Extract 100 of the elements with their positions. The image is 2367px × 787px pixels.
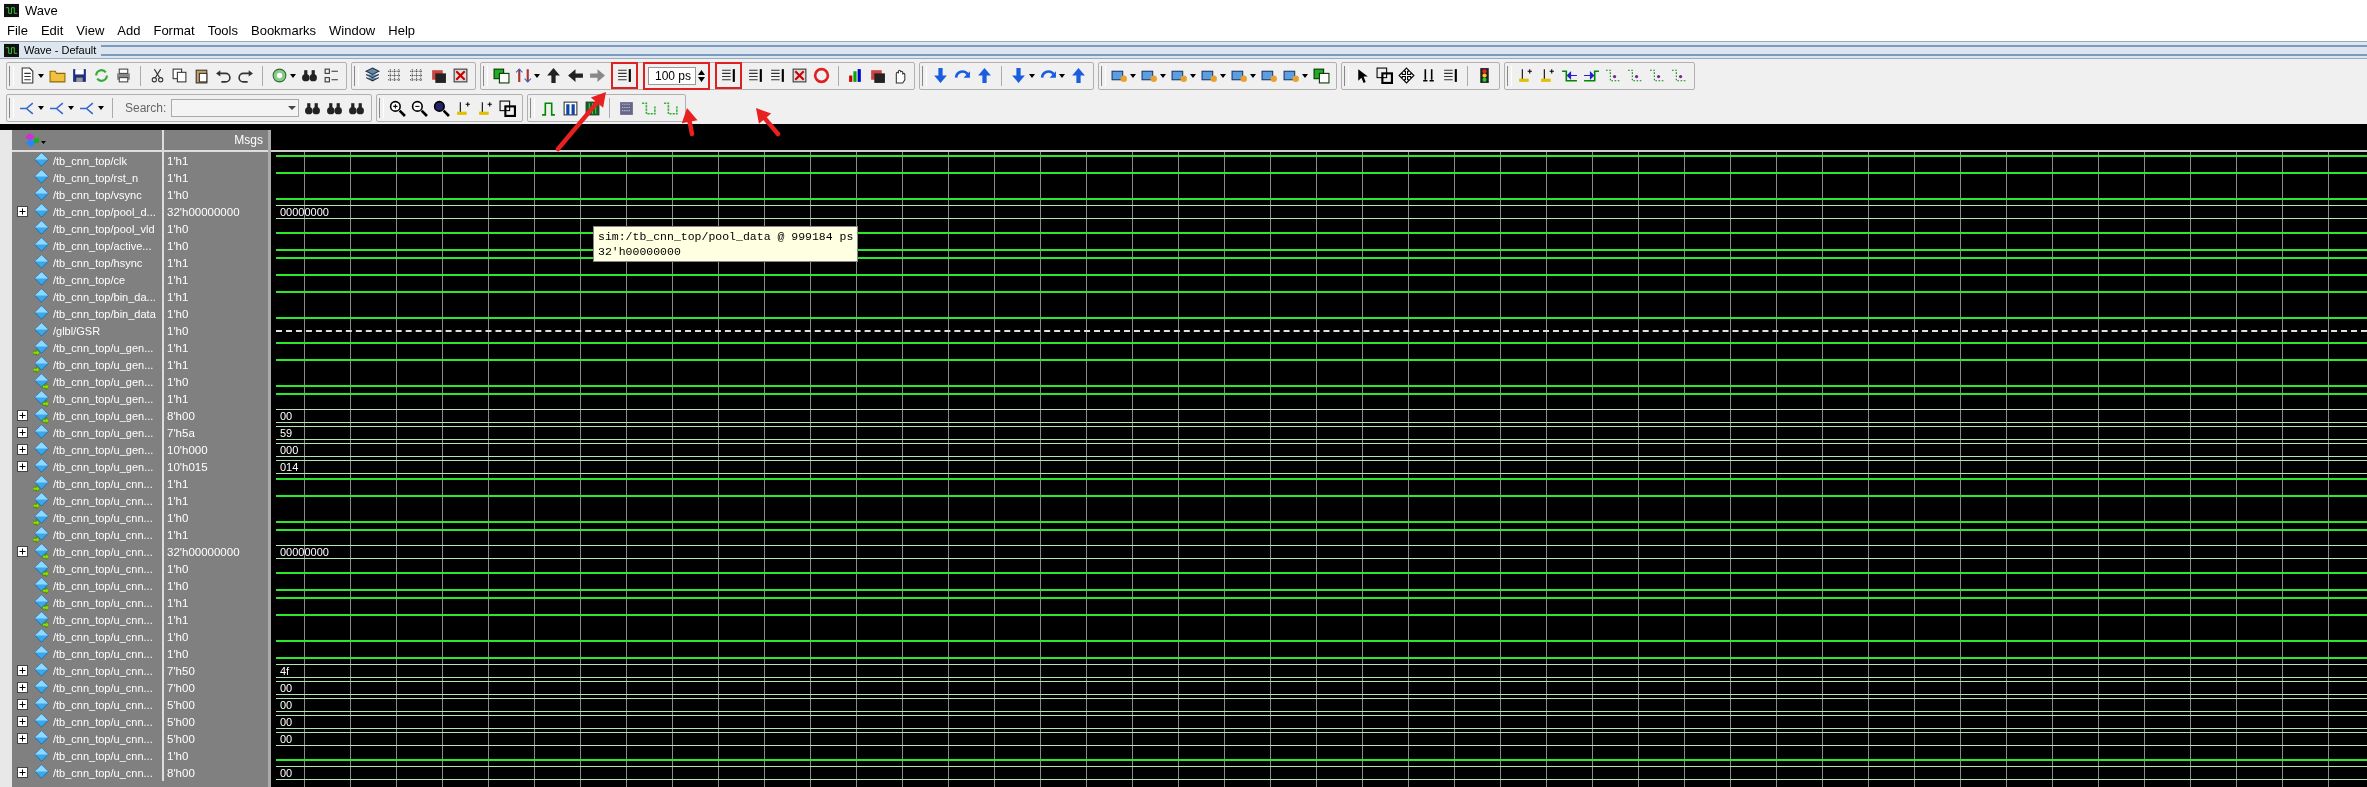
circle-icon[interactable] bbox=[271, 67, 288, 84]
caret-icon[interactable] bbox=[38, 73, 44, 78]
signal-name[interactable]: /tb_cnn_top/u_gen... bbox=[53, 392, 154, 405]
signal-name[interactable]: /glbl/GSR bbox=[53, 324, 101, 337]
signal-name[interactable]: /tb_cnn_top/pool_vld bbox=[53, 222, 155, 235]
arrow-up-icon[interactable] bbox=[545, 67, 562, 84]
menu-item[interactable]: Window bbox=[329, 23, 376, 38]
caret-icon[interactable] bbox=[1190, 73, 1196, 78]
caret-icon[interactable] bbox=[1250, 73, 1256, 78]
list-icon[interactable] bbox=[323, 67, 340, 84]
caret-icon[interactable] bbox=[98, 106, 104, 110]
signal-name[interactable]: /tb_cnn_top/u_cnn... bbox=[53, 613, 153, 626]
menu-item[interactable]: Edit bbox=[40, 23, 64, 38]
cursor-lines-icon[interactable] bbox=[769, 67, 786, 84]
zoom-box-icon[interactable] bbox=[499, 99, 517, 117]
caret-icon[interactable] bbox=[1220, 73, 1226, 78]
expand-button[interactable] bbox=[17, 716, 28, 727]
signal-name[interactable]: /tb_cnn_top/u_cnn... bbox=[53, 698, 153, 711]
signal-name[interactable]: /tb_cnn_top/u_cnn... bbox=[53, 477, 153, 490]
signal-name[interactable]: /tb_cnn_top/rst_n bbox=[53, 171, 138, 184]
signal-name[interactable]: /tb_cnn_top/u_gen... bbox=[53, 443, 154, 456]
caret-icon[interactable] bbox=[1029, 73, 1035, 78]
delete-icon[interactable] bbox=[452, 67, 469, 84]
paste-icon[interactable] bbox=[193, 67, 210, 84]
zoom-box-icon[interactable] bbox=[1376, 67, 1393, 84]
expand-button[interactable] bbox=[17, 461, 28, 472]
signal-name[interactable]: /tb_cnn_top/u_gen... bbox=[53, 409, 154, 422]
bar-chart-icon[interactable] bbox=[847, 67, 864, 84]
search-field[interactable] bbox=[171, 99, 300, 117]
signal-name[interactable]: /tb_cnn_top/u_cnn... bbox=[53, 528, 153, 541]
cursor-lines-icon[interactable] bbox=[616, 67, 633, 84]
magnifier-icon[interactable] bbox=[433, 99, 451, 117]
swap-icon[interactable] bbox=[515, 67, 532, 84]
arrow-left-icon[interactable] bbox=[567, 67, 584, 84]
bars-icon[interactable] bbox=[562, 99, 580, 117]
squares-icon[interactable] bbox=[493, 67, 510, 84]
refresh-icon[interactable] bbox=[93, 67, 110, 84]
menu-item[interactable]: Add bbox=[117, 23, 141, 38]
signal-name[interactable]: /tb_cnn_top/u_cnn... bbox=[53, 766, 153, 779]
signal-name[interactable]: /tb_cnn_top/u_gen... bbox=[53, 341, 154, 354]
step-wave-icon[interactable] bbox=[640, 99, 658, 117]
caret-icon[interactable] bbox=[38, 106, 44, 110]
zoom-in-icon[interactable] bbox=[389, 99, 407, 117]
binoculars-icon[interactable] bbox=[301, 67, 318, 84]
expand-button[interactable] bbox=[17, 410, 28, 421]
ring-icon[interactable] bbox=[813, 67, 830, 84]
caret-icon[interactable] bbox=[290, 73, 296, 78]
signal-name[interactable]: /tb_cnn_top/u_cnn... bbox=[53, 579, 153, 592]
signal-name[interactable]: /tb_cnn_top/u_cnn... bbox=[53, 494, 153, 507]
save-icon[interactable] bbox=[71, 67, 88, 84]
menu-item[interactable]: File bbox=[7, 23, 28, 38]
signal-name[interactable]: /tb_cnn_top/ce bbox=[53, 273, 126, 286]
dots-icon[interactable] bbox=[618, 99, 636, 117]
menu-item[interactable]: Format bbox=[153, 23, 195, 38]
waveform-icon[interactable] bbox=[540, 99, 558, 117]
expand-button[interactable] bbox=[17, 733, 28, 744]
grid-icon[interactable] bbox=[408, 67, 425, 84]
caret-icon[interactable] bbox=[1160, 73, 1166, 78]
signal-name[interactable]: /tb_cnn_top/u_cnn... bbox=[53, 732, 153, 745]
document-icon[interactable] bbox=[19, 67, 36, 84]
signal-name[interactable]: /tb_cnn_top/bin_da... bbox=[53, 290, 156, 303]
squares-icon[interactable] bbox=[1313, 67, 1330, 84]
expand-button[interactable] bbox=[17, 767, 28, 778]
cursor-add-icon[interactable] bbox=[1517, 67, 1534, 84]
signal-name[interactable]: /tb_cnn_top/u_gen... bbox=[53, 460, 154, 473]
signal-name[interactable]: /tb_cnn_top/clk bbox=[53, 154, 127, 167]
signal-name[interactable]: /tb_cnn_top/u_cnn... bbox=[53, 596, 153, 609]
caret-icon[interactable] bbox=[534, 73, 540, 78]
signal-name[interactable]: /tb_cnn_top/u_cnn... bbox=[53, 545, 153, 558]
signal-name[interactable]: /tb_cnn_top/u_gen... bbox=[53, 358, 154, 371]
cursor-add-icon[interactable] bbox=[455, 99, 473, 117]
time-field[interactable]: 100 ps bbox=[648, 66, 696, 85]
signal-name[interactable]: /tb_cnn_top/bin_data bbox=[53, 307, 156, 320]
signal-name[interactable]: /tb_cnn_top/u_cnn... bbox=[53, 562, 153, 575]
signal-name[interactable]: /tb_cnn_top/u_cnn... bbox=[53, 749, 153, 762]
menu-item[interactable]: Help bbox=[388, 23, 415, 38]
arrow-right-icon[interactable] bbox=[589, 67, 606, 84]
expand-button[interactable] bbox=[17, 206, 28, 217]
signal-name[interactable]: /tb_cnn_top/pool_d... bbox=[53, 205, 156, 218]
chip-icon[interactable] bbox=[430, 67, 447, 84]
expand-button[interactable] bbox=[17, 665, 28, 676]
cursors-icon[interactable] bbox=[1420, 67, 1437, 84]
delete-icon[interactable] bbox=[791, 67, 808, 84]
arrow-down-icon[interactable] bbox=[932, 67, 949, 84]
wave-left-icon[interactable] bbox=[1561, 67, 1578, 84]
dotted-wave-icon[interactable] bbox=[1671, 67, 1688, 84]
caret-icon[interactable] bbox=[1130, 73, 1136, 78]
signal-name[interactable]: /tb_cnn_top/u_cnn... bbox=[53, 715, 153, 728]
cursor-lines-icon[interactable] bbox=[720, 67, 737, 84]
signal-name[interactable]: /tb_cnn_top/u_cnn... bbox=[53, 647, 153, 660]
arrow-down-icon[interactable] bbox=[1010, 67, 1027, 84]
signal-name[interactable]: /tb_cnn_top/hsync bbox=[53, 256, 143, 269]
cut-icon[interactable] bbox=[149, 67, 166, 84]
cursor-add-icon[interactable] bbox=[477, 99, 495, 117]
menu-item[interactable]: Bookmarks bbox=[251, 23, 316, 38]
signal-name[interactable]: /tb_cnn_top/u_gen... bbox=[53, 375, 154, 388]
signal-name[interactable]: /tb_cnn_top/u_cnn... bbox=[53, 511, 153, 524]
cursor-add-icon[interactable] bbox=[1539, 67, 1556, 84]
spinner-icon[interactable] bbox=[698, 68, 705, 83]
menu-item[interactable]: Tools bbox=[207, 23, 238, 38]
